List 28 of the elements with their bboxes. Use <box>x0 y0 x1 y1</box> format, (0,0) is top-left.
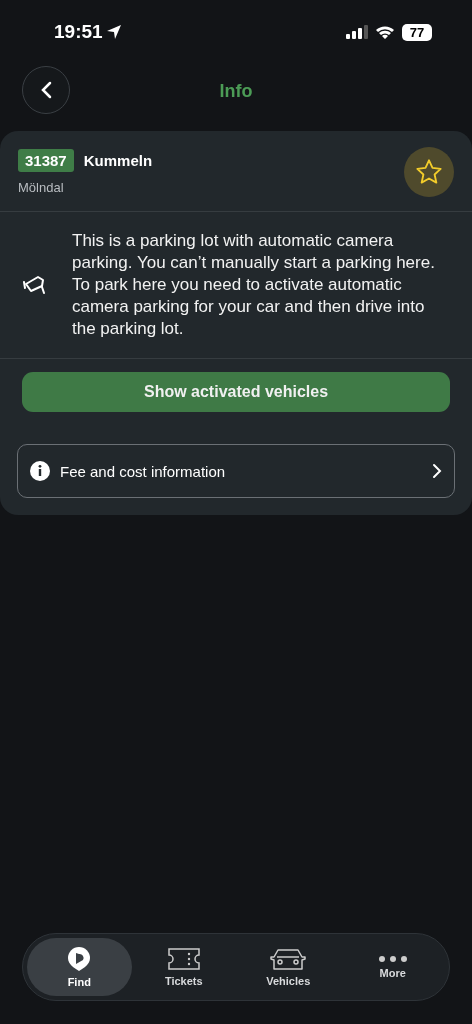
map-pin-icon <box>66 946 93 972</box>
show-vehicles-button[interactable]: Show activated vehicles <box>22 372 450 412</box>
fee-info-label: Fee and cost information <box>60 462 227 480</box>
tab-item[interactable]: More <box>340 938 445 996</box>
car-icon <box>269 947 308 971</box>
signal-icon <box>346 25 368 39</box>
wifi-icon <box>375 25 395 39</box>
camera-icon <box>22 274 48 296</box>
location-name: Kummeln <box>83 152 153 169</box>
description-text: This is a parking lot with automatic camera parking. You can’t manually start a parking here. To park here you need to activate automatic camera parking for your car and then drive into the parking lot. <box>72 230 436 340</box>
info-icon <box>30 461 50 481</box>
ticket-icon <box>166 947 201 971</box>
star-icon <box>415 158 443 186</box>
fee-info-row[interactable]: Fee and cost information <box>17 444 455 498</box>
city-name: Mölndal <box>18 180 65 195</box>
zone-code: 31387 <box>18 149 74 172</box>
favorite-button[interactable] <box>404 147 454 197</box>
battery-level: 77 <box>402 23 432 41</box>
tab-item[interactable]: Find <box>27 938 132 996</box>
chevron-right-icon <box>432 463 442 479</box>
page-title: Info <box>219 80 253 102</box>
tab-item[interactable]: Vehicles <box>236 938 341 996</box>
location-arrow-icon <box>105 24 122 40</box>
back-button[interactable] <box>22 66 70 114</box>
tab-item[interactable]: Tickets <box>131 938 236 996</box>
more-icon <box>377 955 408 963</box>
chevron-left-icon <box>40 81 52 99</box>
status-time: 19:51 <box>54 21 103 43</box>
